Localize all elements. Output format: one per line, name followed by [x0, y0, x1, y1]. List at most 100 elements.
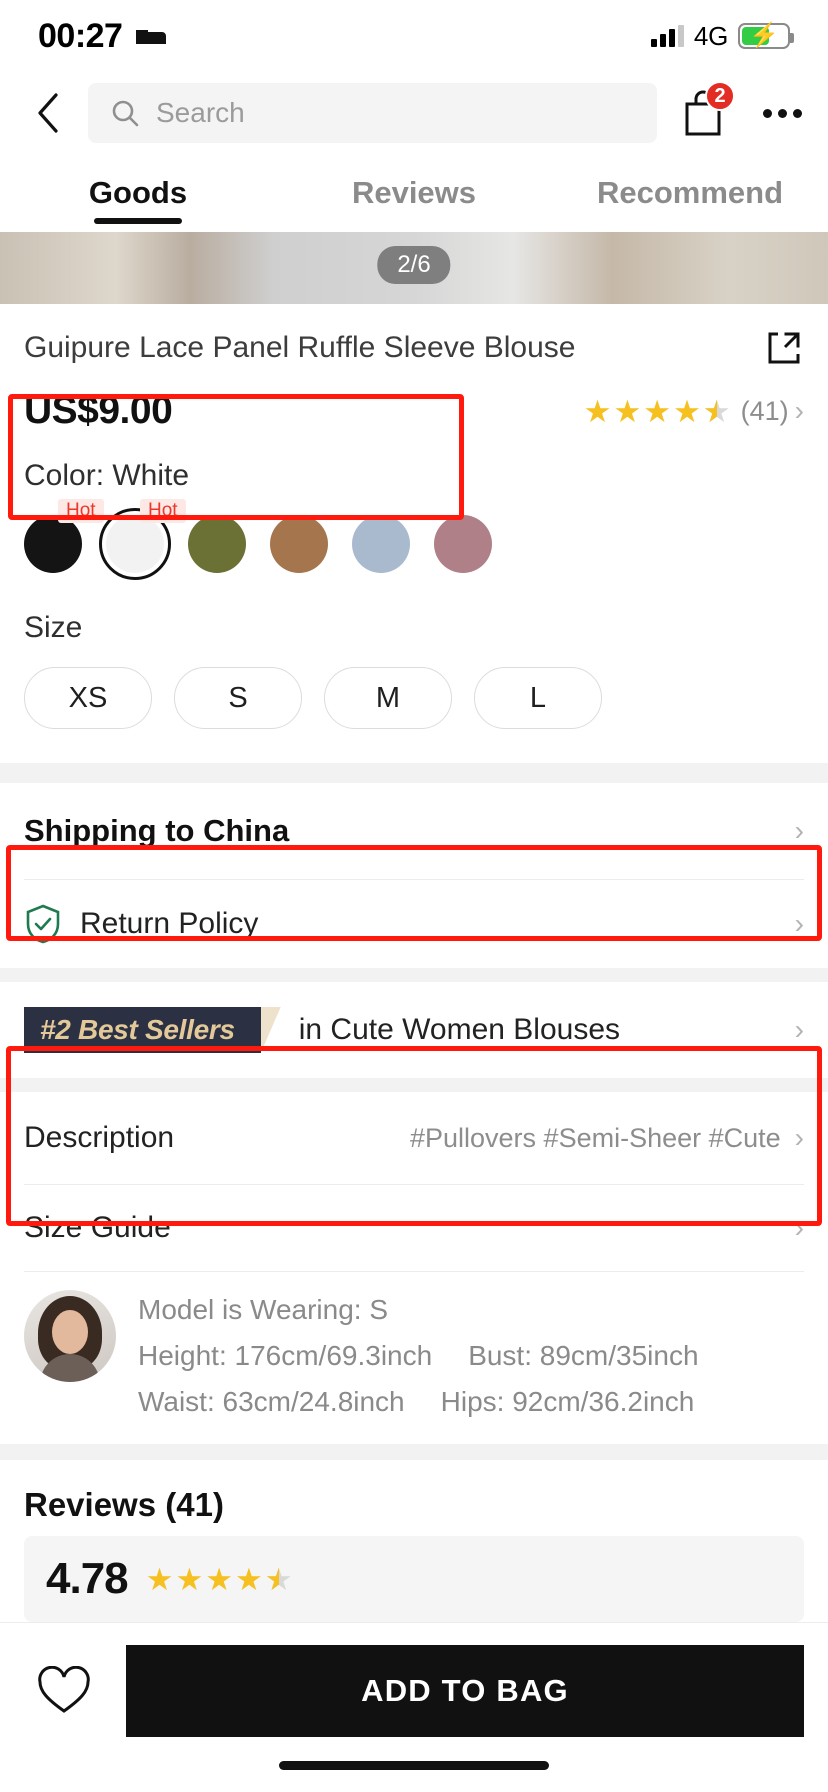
more-options-button[interactable]: [763, 108, 802, 118]
chevron-right-icon: ›: [794, 1014, 804, 1045]
star-rating: ★ ★ ★ ★ ★: [584, 396, 731, 427]
status-bar-right: 4G ⚡: [650, 20, 794, 52]
battery-charging-icon: ⚡: [738, 23, 794, 49]
section-separator: [0, 763, 828, 783]
swatch-dot: [434, 515, 492, 573]
color-swatch-black[interactable]: Hot: [24, 499, 104, 573]
return-policy-row[interactable]: Return Policy ›: [0, 880, 828, 968]
product-gallery[interactable]: 2/6: [0, 232, 828, 304]
section-separator: [0, 968, 828, 982]
best-sellers-row[interactable]: #2 Best Sellers in Cute Women Blouses ›: [0, 982, 828, 1078]
tab-goods[interactable]: Goods: [0, 154, 276, 232]
swatch-dot: [352, 515, 410, 573]
description-label: Description: [24, 1121, 175, 1154]
back-button[interactable]: [26, 91, 70, 135]
size-label: Size: [24, 611, 83, 644]
add-to-bag-button[interactable]: ADD TO BAG: [126, 1645, 804, 1737]
reviews-heading: Reviews (41): [24, 1486, 224, 1523]
chevron-right-icon: ›: [794, 395, 804, 426]
chevron-right-icon: ›: [794, 908, 804, 939]
model-height: Height: 176cm/69.3inch: [138, 1340, 433, 1371]
chevron-right-icon: ›: [794, 815, 804, 846]
description-tags: #Pullovers #Semi-Sheer #Cute: [409, 1122, 781, 1153]
search-placeholder: Search: [156, 97, 245, 128]
search-input[interactable]: Search: [88, 83, 657, 143]
size-guide-row[interactable]: Size Guide ›: [0, 1185, 828, 1271]
size-option-label: XS: [68, 681, 108, 714]
star-icon: ★: [205, 1561, 234, 1597]
network-label: 4G: [693, 20, 728, 51]
model-measurement-lines: Model is Wearing: S Height: 176cm/69.3in…: [138, 1290, 804, 1418]
reviews-star-rating: ★ ★ ★ ★ ★: [146, 1564, 293, 1595]
color-swatch-blue-grey[interactable]: [352, 515, 410, 573]
top-navigation-bar: Search 2: [0, 72, 828, 154]
model-wearing: Model is Wearing: S: [138, 1294, 389, 1325]
more-dots-icon: [763, 108, 772, 118]
model-hips: Hips: 92cm/36.2inch: [440, 1386, 695, 1417]
best-sellers-category: in Cute Women Blouses: [298, 1013, 621, 1046]
best-sellers-rank: #2 Best Sellers: [40, 1014, 235, 1045]
heart-icon: [38, 1666, 90, 1713]
price-rating-row: US$9.00 ★ ★ ★ ★ ★ (41) ›: [24, 389, 804, 433]
color-swatch-mauve[interactable]: [434, 515, 492, 573]
description-row[interactable]: Description #Pullovers #Semi-Sheer #Cute…: [0, 1092, 828, 1184]
size-option-xs[interactable]: XS: [24, 667, 152, 729]
model-waist: Waist: 63cm/24.8inch: [138, 1386, 405, 1417]
search-icon: [112, 100, 139, 127]
signal-bars-icon: [650, 25, 684, 47]
bed-icon: [136, 30, 167, 44]
star-icon: ★: [643, 393, 672, 429]
section-tabs: Goods Reviews Recommend: [0, 154, 828, 232]
return-policy-label: Return Policy: [80, 907, 259, 940]
size-selector: Size XS S M L: [0, 597, 828, 763]
shield-check-icon: [26, 904, 60, 944]
home-indicator: [279, 1761, 549, 1770]
tab-goods-label: Goods: [88, 175, 188, 210]
share-external-icon: [768, 332, 800, 364]
size-guide-label: Size Guide: [24, 1211, 171, 1244]
page-title: Guipure Lace Panel Ruffle Sleeve Blouse: [24, 331, 576, 364]
section-separator: [0, 1078, 828, 1092]
color-label: Color: White: [24, 459, 190, 492]
reviews-summary-card[interactable]: 4.78 ★ ★ ★ ★ ★: [24, 1536, 804, 1622]
color-swatch-tan[interactable]: [270, 515, 328, 573]
share-button[interactable]: [748, 328, 804, 373]
tab-recommend[interactable]: Recommend: [552, 154, 828, 232]
star-half-icon: ★: [703, 396, 731, 427]
hot-badge: Hot: [140, 499, 186, 523]
favorite-button[interactable]: [24, 1645, 104, 1737]
swatch-dot-selected: [99, 508, 171, 580]
bag-count-badge: 2: [705, 81, 735, 111]
section-separator: [0, 1444, 828, 1460]
model-wearing-line: Model is Wearing: S: [138, 1294, 804, 1326]
tab-reviews[interactable]: Reviews: [276, 154, 552, 232]
swatch-dot: [270, 515, 328, 573]
add-to-bag-label: ADD TO BAG: [361, 1673, 569, 1708]
star-icon: ★: [175, 1561, 204, 1597]
color-swatch-white[interactable]: Hot: [99, 499, 186, 580]
avatar: [24, 1290, 116, 1382]
rating-link[interactable]: ★ ★ ★ ★ ★ (41) ›: [584, 396, 804, 427]
chevron-right-icon: ›: [794, 1212, 804, 1243]
size-option-l[interactable]: L: [474, 667, 602, 729]
size-option-s[interactable]: S: [174, 667, 302, 729]
product-summary: Guipure Lace Panel Ruffle Sleeve Blouse …: [0, 304, 828, 433]
color-selector: Color: White Hot Hot: [0, 433, 828, 597]
color-swatch-olive[interactable]: [188, 515, 246, 573]
shipping-label: Shipping to China: [24, 813, 290, 848]
model-height-bust-line: Height: 176cm/69.3inch Bust: 89cm/35inch: [138, 1340, 804, 1372]
shipping-row[interactable]: Shipping to China ›: [0, 783, 828, 879]
model-waist-hips-line: Waist: 63cm/24.8inch Hips: 92cm/36.2inch: [138, 1386, 804, 1418]
swatch-dot: [24, 515, 82, 573]
star-icon: ★: [583, 393, 612, 429]
swatch-dot: [188, 515, 246, 573]
best-sellers-badge: #2 Best Sellers: [24, 1007, 261, 1053]
status-bar: 00:27 4G ⚡: [0, 0, 828, 72]
star-icon: ★: [235, 1561, 263, 1597]
size-option-m[interactable]: M: [324, 667, 452, 729]
status-bar-left: 00:27: [38, 17, 168, 56]
tab-recommend-label: Recommend: [596, 175, 784, 210]
review-count: (41): [740, 395, 789, 426]
shopping-bag-button[interactable]: 2: [675, 81, 735, 141]
color-swatch-list: Hot Hot: [24, 499, 804, 580]
